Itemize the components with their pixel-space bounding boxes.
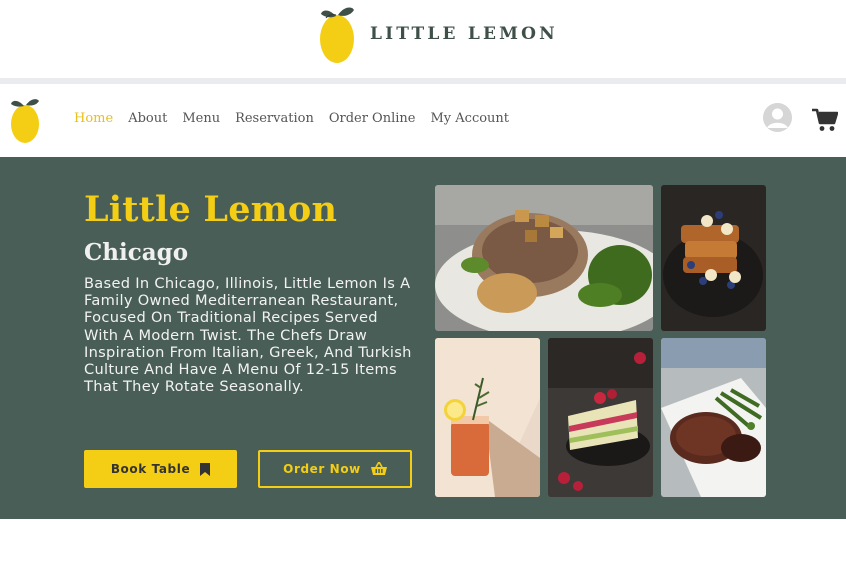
nav-item-reservation[interactable]: Reservation [235,111,314,126]
basket-icon [370,462,387,475]
book-table-button[interactable]: Book Table [84,450,237,488]
nav-item-my-account[interactable]: My Account [430,111,509,126]
bookmark-icon [200,462,211,476]
grilled-pork-chop-photo [435,185,653,331]
order-now-label: Order Now [283,462,361,476]
french-toast-photo [661,185,766,331]
nav-links: Home About Menu Reservation Order Online… [74,111,509,126]
shopping-cart-icon[interactable] [812,108,838,132]
order-now-button[interactable]: Order Now [258,450,412,488]
nav-item-home[interactable]: Home [74,111,113,126]
nav-item-order-online[interactable]: Order Online [329,111,416,126]
hero-section: Little Lemon Chicago Based In Chicago, I… [0,157,846,519]
hero-subtitle: Chicago [84,239,189,266]
main-nav: Home About Menu Reservation Order Online… [0,84,846,157]
layer-cake-photo [548,338,653,497]
lemon-logo-icon[interactable] [318,2,358,64]
book-table-label: Book Table [110,462,191,476]
hero-title: Little Lemon [84,189,338,230]
brand-name[interactable]: LITTLE LEMON [370,24,558,44]
user-avatar-icon[interactable] [763,103,792,132]
hero-description: Based In Chicago, Illinois, Little Lemon… [84,275,412,396]
nav-item-menu[interactable]: Menu [182,111,220,126]
steak-photo [661,338,766,497]
brand-header: LITTLE LEMON [0,0,846,78]
nav-lemon-logo-icon[interactable] [9,94,41,144]
nav-item-about[interactable]: About [128,111,167,126]
cocktail-photo [435,338,540,497]
